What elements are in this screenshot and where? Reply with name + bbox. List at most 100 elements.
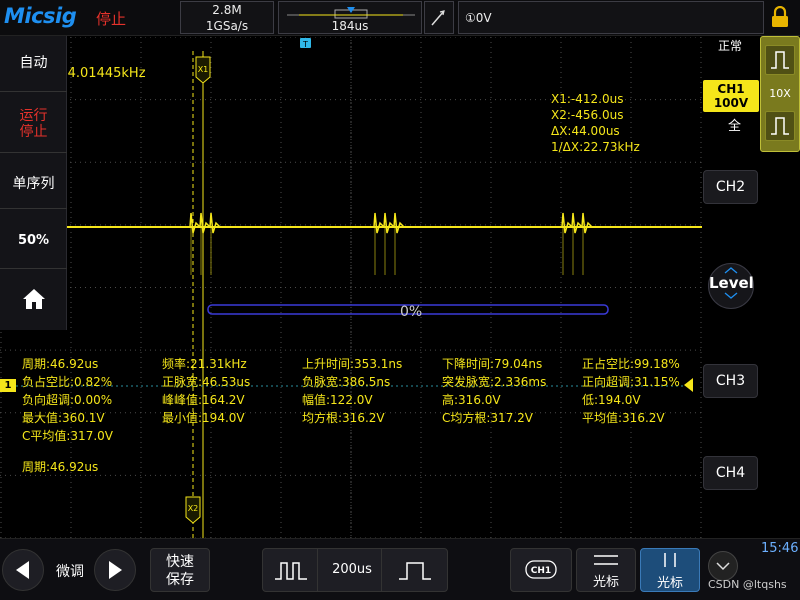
ch3-button[interactable]: CH3: [703, 364, 758, 398]
brand-logo: Micsig: [4, 4, 77, 28]
run-status-label[interactable]: 停止: [96, 8, 126, 29]
measurement-value: 正向超调:31.15%: [582, 375, 680, 389]
ac-coupling-button[interactable]: [765, 111, 795, 141]
square-wave-icon: [771, 51, 789, 69]
measurement-value: 上升时间:353.1ns: [302, 357, 403, 371]
rising-edge-icon: [431, 10, 445, 26]
acquisition-info[interactable]: 2.8M 1GSa/s: [180, 1, 274, 34]
measurement-value: C平均值:317.0V: [22, 429, 113, 443]
vertical-cursor-label: 光标: [656, 576, 683, 591]
ch1-badge[interactable]: CH1 100V: [703, 80, 759, 112]
waveform-display[interactable]: T X1 X2 CH1: 4.01445kHz X1:-412.0us X2:-…: [0, 37, 702, 538]
triangle-left-icon: [16, 561, 29, 579]
measurement-value: 正脉宽:46.53us: [162, 375, 251, 389]
horizontal-cursor-label: 光标: [592, 575, 619, 590]
vertical-cursor-icon: [664, 553, 676, 567]
measurement-value: 负占空比:0.82%: [22, 375, 113, 389]
fine-adjust-label[interactable]: 微调: [56, 561, 84, 581]
waveform-pulse: [373, 212, 385, 234]
memory-depth: 2.8M: [212, 3, 242, 17]
clock: 15:46: [761, 541, 799, 556]
chevron-up-icon: [724, 267, 738, 274]
horizontal-cursor-button[interactable]: 光标: [576, 548, 636, 592]
period-measurement: 周期:46.92us: [22, 460, 99, 474]
divider: [317, 549, 318, 591]
next-button[interactable]: [94, 549, 136, 591]
trigger-mode-label[interactable]: 正常: [718, 37, 742, 54]
cursor-x2-value: X2:-456.0us: [551, 108, 624, 122]
home-icon: [22, 289, 45, 309]
waveform-pulse: [561, 212, 573, 234]
vertical-cursor-button[interactable]: 光标: [640, 548, 700, 592]
timebase-value: 184us: [331, 19, 369, 33]
chevron-down-icon: [724, 292, 738, 299]
level-button[interactable]: Level: [708, 263, 754, 309]
memory-position-bar: [287, 7, 415, 19]
waveform-pulse: [393, 212, 405, 234]
ch1-bandwidth-label: 全: [728, 119, 742, 134]
ch2-button[interactable]: CH2: [703, 170, 758, 204]
cursor-x1-value: X1:-412.0us: [551, 92, 624, 106]
timescale-value[interactable]: 200us: [326, 562, 378, 577]
measurement-value: C均方根:317.2V: [442, 411, 533, 425]
measurement-value: 频率:21.31kHz: [162, 357, 247, 371]
trigger-level: ①0V: [465, 11, 492, 25]
measurement-value: 负脉宽:386.5ns: [302, 375, 391, 389]
single-sequence-button[interactable]: 单序列: [0, 153, 67, 209]
dc-coupling-button[interactable]: [765, 45, 795, 75]
waveform-pulse: [383, 212, 395, 234]
home-button[interactable]: [0, 269, 67, 329]
auto-button[interactable]: 自动: [0, 36, 67, 92]
measurement-value: 均方根:316.2V: [302, 411, 385, 425]
measurement-value: 正占空比:99.18%: [582, 357, 680, 371]
measurement-value: 平均值:316.2V: [582, 411, 665, 425]
trigger-marker-label: T: [302, 40, 308, 49]
quick-save-button[interactable]: 快速 保存: [150, 548, 210, 592]
measurement-value: 下降时间:79.04ns: [442, 357, 543, 371]
ch1-chip-icon: CH1: [525, 560, 557, 579]
ch1-selector-button[interactable]: CH1: [510, 548, 572, 592]
waveform-pulse: [209, 212, 221, 234]
ch4-button[interactable]: CH4: [703, 456, 758, 490]
waveform-pulse: [571, 212, 583, 234]
sample-rate: 1GSa/s: [205, 19, 249, 33]
stop-label: 停止: [19, 124, 48, 140]
run-stop-button[interactable]: 运行 停止: [0, 92, 67, 153]
fifty-percent-button[interactable]: 50%: [0, 209, 67, 269]
pulse-narrow-icon[interactable]: [397, 559, 433, 583]
trigger-slope-button[interactable]: [424, 1, 454, 34]
cursor-x1-handle[interactable]: X1: [195, 56, 211, 84]
bottom-toolbar: 微调 快速 保存 200us CH1 光标 光标 15:46 CSDN @ltq…: [0, 538, 800, 600]
ch1-chip-label: CH1: [531, 566, 551, 576]
square-wave-icon: [771, 117, 789, 135]
measurement-value: 高:316.0V: [442, 393, 501, 407]
quick-save-label-2: 保存: [166, 572, 194, 588]
lock-icon[interactable]: [770, 6, 790, 28]
ch1-badge-scale: 100V: [713, 96, 749, 110]
probe-ratio[interactable]: 10X: [761, 87, 799, 100]
run-label: 运行: [19, 108, 48, 124]
trigger-position-marker[interactable]: T: [300, 38, 311, 49]
measurement-value: 低:194.0V: [582, 393, 641, 407]
divider: [381, 549, 382, 591]
measurement-value: 最大值:360.1V: [22, 411, 105, 425]
pulse-wide-icon[interactable]: [273, 559, 309, 583]
cursor-delta-value: ΔX:44.00us: [551, 124, 620, 138]
timebase-overview[interactable]: 184us: [278, 1, 422, 34]
measurement-value: 负向超调:0.00%: [22, 393, 113, 407]
horizontal-cursor-icon: [594, 555, 618, 565]
previous-button[interactable]: [2, 549, 44, 591]
progress-label: 0%: [400, 304, 423, 320]
measurement-value: 峰峰值:164.2V: [162, 393, 245, 407]
ch1-coupling-panel: 10X: [760, 36, 800, 152]
ch1-badge-name: CH1: [717, 82, 745, 96]
cursor-x2-label: X2: [188, 504, 199, 513]
trigger-info[interactable]: ①0V: [458, 1, 764, 34]
waveform-pulse: [189, 212, 201, 234]
trigger-level-arrow[interactable]: [684, 378, 693, 392]
expand-menu-button[interactable]: [708, 551, 738, 581]
ch1-offset-marker[interactable]: 1: [0, 379, 16, 392]
cursor-readout: X1:-412.0us X2:-456.0us ΔX:44.00us 1/ΔX:…: [551, 91, 640, 155]
cursor-x2-handle[interactable]: X2: [185, 496, 201, 524]
watermark: CSDN @ltqshs: [708, 578, 787, 591]
